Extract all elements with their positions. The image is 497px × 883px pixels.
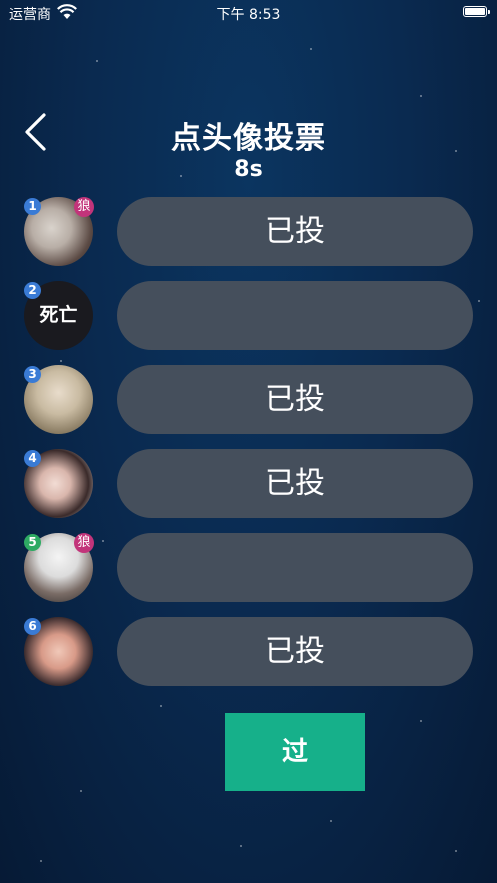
vote-button-5[interactable] (117, 533, 473, 602)
vote-button-2[interactable] (117, 281, 473, 350)
player-row-6: 6 已投 (0, 617, 497, 687)
player-row-5: 5 狼 (0, 533, 497, 603)
wolf-badge: 狼 (74, 197, 94, 217)
battery-icon (463, 6, 490, 17)
seat-number-badge: 2 (24, 282, 41, 299)
player-row-3: 3 已投 (0, 365, 497, 435)
wolf-badge: 狼 (74, 533, 94, 553)
seat-number-badge: 6 (24, 618, 41, 635)
player-row-1: 1 狼 已投 (0, 197, 497, 267)
status-bar: 运营商 下午 8:53 (0, 0, 497, 26)
vote-button-1[interactable]: 已投 (117, 197, 473, 266)
pass-button[interactable]: 过 (225, 713, 365, 791)
seat-number-badge: 5 (24, 534, 41, 551)
seat-number-badge: 4 (24, 450, 41, 467)
vote-button-4[interactable]: 已投 (117, 449, 473, 518)
countdown-timer: 8s (234, 157, 263, 182)
player-row-2: 死亡 2 (0, 281, 497, 351)
page-title: 点头像投票 (171, 121, 326, 156)
status-time: 下午 8:53 (216, 7, 281, 23)
seat-number-badge: 3 (24, 366, 41, 383)
vote-button-3[interactable]: 已投 (117, 365, 473, 434)
player-row-4: 4 已投 (0, 449, 497, 519)
seat-number-badge: 1 (24, 198, 41, 215)
vote-button-6[interactable]: 已投 (117, 617, 473, 686)
